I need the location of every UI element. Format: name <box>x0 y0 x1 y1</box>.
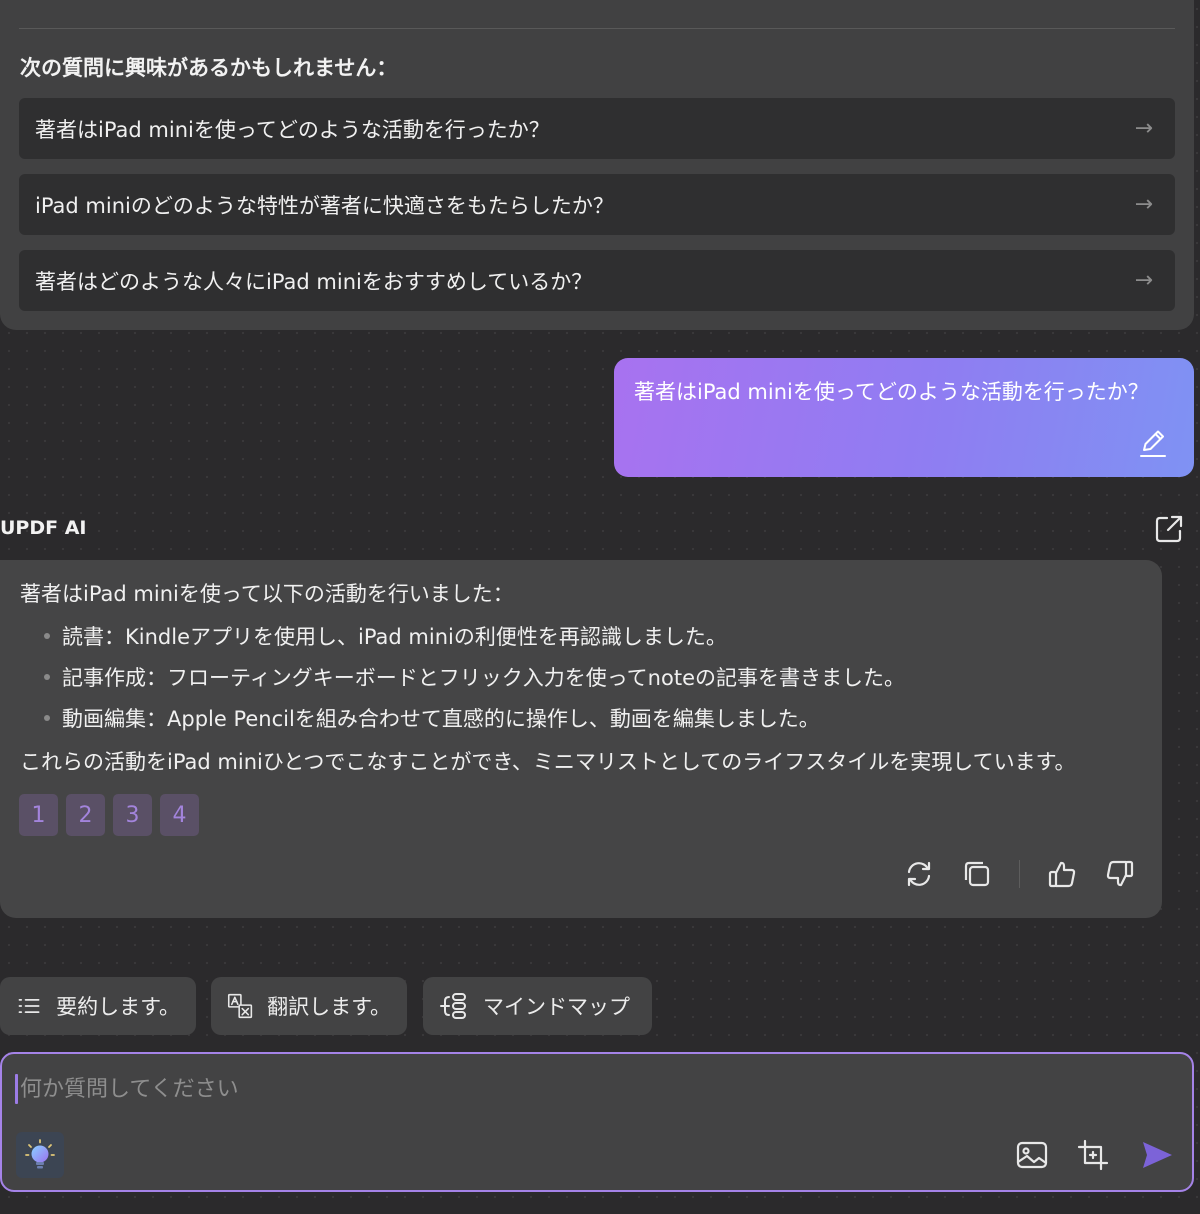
question-input[interactable] <box>16 1068 916 1110</box>
user-message-text: 著者はiPad miniを使ってどのような活動を行ったか？ <box>634 380 1149 404</box>
suggested-question-text: 著者はiPad miniを使ってどのような活動を行ったか？ <box>35 117 550 142</box>
suggested-question-1[interactable]: 著者はiPad miniを使ってどのような活動を行ったか？ → <box>19 98 1175 159</box>
reference-chip-1[interactable]: 1 <box>19 794 58 836</box>
suggested-question-text: 著者はどのような人々にiPad miniをおすすめしているか？ <box>35 269 593 294</box>
summarize-label: 要約します。 <box>56 995 180 1019</box>
summarize-button[interactable]: 要約します。 <box>0 977 196 1035</box>
answer-bullet-text: 記事作成：フローティングキーボードとフリック入力を使ってnoteの記事を書きまし… <box>62 666 905 690</box>
lightbulb-icon <box>25 1139 55 1169</box>
bullet-dot <box>44 715 50 721</box>
answer-bullet-text: 読書：Kindleアプリを使用し、iPad miniの利便性を再認識しました。 <box>62 625 727 649</box>
answer-intro: 著者はiPad miniを使って以下の活動を行いました： <box>20 582 514 606</box>
translate-icon <box>227 993 253 1019</box>
ai-assistant-label: UPDF AI <box>0 517 87 539</box>
pencil-icon[interactable] <box>1138 427 1168 459</box>
arrow-right-icon: → <box>1134 192 1153 217</box>
copy-icon[interactable] <box>961 858 993 890</box>
send-icon[interactable] <box>1140 1138 1174 1172</box>
user-message-bubble: 著者はiPad miniを使ってどのような活動を行ったか？ <box>614 358 1194 477</box>
crop-icon[interactable] <box>1076 1138 1110 1172</box>
prompt-ideas-button[interactable] <box>16 1132 64 1178</box>
translate-label: 翻訳します。 <box>267 995 391 1019</box>
text-caret <box>15 1074 18 1104</box>
regenerate-icon[interactable] <box>903 858 935 890</box>
reference-chip-3[interactable]: 3 <box>113 794 152 836</box>
image-icon[interactable] <box>1015 1138 1049 1172</box>
external-link-icon[interactable] <box>1154 514 1184 544</box>
mindmap-icon <box>440 993 466 1019</box>
reference-chips: 1 2 3 4 <box>19 794 199 836</box>
chat-input-box <box>0 1052 1194 1192</box>
list-icon <box>18 999 40 1013</box>
suggested-question-text: iPad miniのどのような特性が著者に快適さをもたらしたか？ <box>35 193 614 218</box>
translate-button[interactable]: 翻訳します。 <box>211 977 407 1035</box>
bullet-dot <box>44 674 50 680</box>
suggested-questions-heading: 次の質問に興味があるかもしれません： <box>20 56 398 80</box>
reference-chip-4[interactable]: 4 <box>160 794 199 836</box>
bullet-dot <box>44 633 50 639</box>
action-separator <box>1019 860 1020 888</box>
mindmap-button[interactable]: マインドマップ <box>423 977 652 1035</box>
divider <box>19 28 1175 29</box>
suggested-question-3[interactable]: 著者はどのような人々にiPad miniをおすすめしているか？ → <box>19 250 1175 311</box>
answer-actions <box>903 858 1136 890</box>
thumbs-up-icon[interactable] <box>1046 858 1078 890</box>
answer-conclusion: これらの活動をiPad miniひとつでこなすことができ、ミニマリストとしてのラ… <box>20 750 1076 774</box>
mindmap-label: マインドマップ <box>483 995 630 1019</box>
arrow-right-icon: → <box>1134 116 1153 141</box>
thumbs-down-icon[interactable] <box>1104 858 1136 890</box>
ai-answer-card: 著者はiPad miniを使って以下の活動を行いました： 読書：Kindleアプ… <box>0 560 1162 918</box>
answer-bullet: 動画編集：Apple Pencilを組み合わせて直感的に操作し、動画を編集しまし… <box>44 704 820 734</box>
suggested-question-2[interactable]: iPad miniのどのような特性が著者に快適さをもたらしたか？ → <box>19 174 1175 235</box>
reference-chip-2[interactable]: 2 <box>66 794 105 836</box>
answer-bullet-text: 動画編集：Apple Pencilを組み合わせて直感的に操作し、動画を編集しまし… <box>62 707 820 731</box>
answer-bullet: 読書：Kindleアプリを使用し、iPad miniの利便性を再認識しました。 <box>44 622 727 652</box>
answer-bullet: 記事作成：フローティングキーボードとフリック入力を使ってnoteの記事を書きまし… <box>44 663 905 693</box>
arrow-right-icon: → <box>1134 268 1153 293</box>
